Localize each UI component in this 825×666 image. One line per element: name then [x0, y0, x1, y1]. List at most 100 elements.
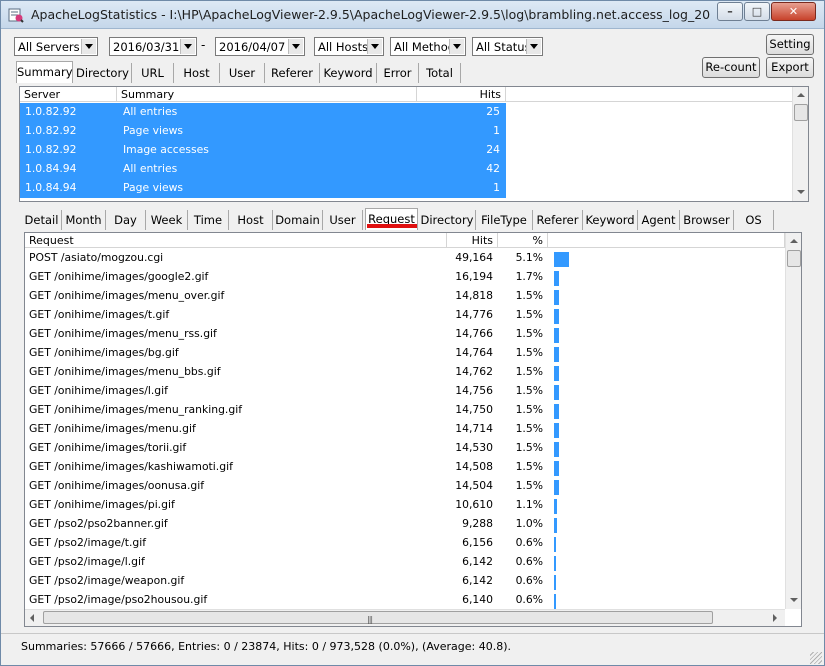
status-bar: Summaries: 57666 / 57666, Entries: 0 / 2… [1, 633, 824, 665]
table-row[interactable]: GET /pso2/image/t.gif 6,156 0.6% [25, 534, 785, 553]
tab-host[interactable]: Host [174, 63, 220, 83]
summary-vertical-scrollbar[interactable] [792, 87, 808, 201]
hosts-select[interactable]: All Hosts [314, 37, 384, 56]
scroll-left-icon[interactable] [25, 610, 42, 626]
table-row[interactable]: GET /onihime/images/menu_bbs.gif 14,762 1.… [25, 363, 785, 382]
maximize-button[interactable]: □ [744, 2, 770, 21]
percent-cell: 1.5% [515, 422, 543, 435]
table-row[interactable]: GET /onihime/images/menu_over.gif 14,818 1… [25, 287, 785, 306]
app-window: ApacheLogStatistics - I:\HP\ApacheLogVie… [0, 0, 825, 666]
request-cell: GET /pso2/image/pso2housou.gif [29, 593, 208, 606]
table-row[interactable]: GET /pso2/pso2banner.gif 9,288 1.0% [25, 515, 785, 534]
hits-bar [554, 556, 556, 571]
tab-keyword[interactable]: Keyword [583, 210, 638, 230]
hits-bar [554, 499, 557, 514]
resize-grip-icon[interactable] [810, 652, 822, 664]
table-row[interactable]: GET /onihime/images/bg.gif 14,764 1.5% [25, 344, 785, 363]
tab-directory[interactable]: Directory [74, 63, 132, 83]
hits-cell: 14,766 [455, 327, 493, 340]
request-table[interactable]: Request Hits % POST /asiato/mogzou.cgi 49… [24, 232, 802, 627]
table-row[interactable]: GET /onihime/images/l.gif 14,756 1.5% [25, 382, 785, 401]
tab-referer[interactable]: Referer [265, 63, 320, 83]
tab-os[interactable]: OS [734, 210, 774, 230]
recount-button[interactable]: Re-count [702, 57, 760, 78]
tab-url[interactable]: URL [132, 63, 174, 83]
tab-user[interactable]: User [220, 63, 265, 83]
table-row[interactable]: 1.0.82.92 All entries 25 [20, 103, 506, 122]
hits-bar [554, 290, 559, 305]
summary-table[interactable]: Server Summary Hits 1.0.82.92 All entrie… [19, 86, 809, 202]
table-row[interactable]: GET /onihime/images/menu_ranking.gif 14,7… [25, 401, 785, 420]
tab-week[interactable]: Week [146, 210, 188, 230]
request-table-header: Request Hits % [25, 233, 785, 248]
table-row[interactable]: GET /onihime/images/oonusa.gif 14,504 1.5% [25, 477, 785, 496]
column-header-hits[interactable]: Hits [447, 233, 498, 248]
column-header-server[interactable]: Server [20, 87, 117, 102]
tab-month[interactable]: Month [62, 210, 106, 230]
table-row[interactable]: GET /pso2/image/pso2housou.gif 6,140 0.6% [25, 591, 785, 610]
scroll-right-icon[interactable] [766, 610, 783, 626]
tab-error[interactable]: Error [377, 63, 419, 83]
hits-cell: 6,140 [462, 593, 493, 606]
table-row[interactable]: 1.0.84.94 Page views 1 [20, 179, 506, 198]
hits-cell: 14,750 [455, 403, 493, 416]
horizontal-scroll-thumb[interactable]: ||| [43, 611, 713, 624]
scroll-thumb[interactable] [794, 104, 808, 121]
tab-referer[interactable]: Referer [533, 210, 583, 230]
tab-domain[interactable]: Domain [273, 210, 323, 230]
maximize-icon: □ [751, 5, 763, 18]
table-row[interactable]: POST /asiato/mogzou.cgi 49,164 5.1% [25, 249, 785, 268]
tab-summary[interactable]: Summary [16, 61, 73, 83]
tab-agent[interactable]: Agent [638, 210, 680, 230]
scroll-down-icon[interactable] [793, 184, 808, 201]
tab-user[interactable]: User [323, 210, 363, 230]
close-button[interactable]: ✕ [771, 2, 816, 21]
column-header-percent[interactable]: % [498, 233, 548, 248]
hits-bar [554, 252, 569, 267]
tab-keyword[interactable]: Keyword [320, 63, 377, 83]
scroll-thumb[interactable] [787, 250, 801, 267]
table-row[interactable]: 1.0.84.94 All entries 42 [20, 160, 506, 179]
export-button[interactable]: Export [766, 57, 814, 78]
column-header-summary[interactable]: Summary [117, 87, 417, 102]
hits-bar [554, 594, 556, 609]
table-row[interactable]: GET /onihime/images/google2.gif 16,194 1.7… [25, 268, 785, 287]
table-row[interactable]: 1.0.82.92 Image accesses 24 [20, 141, 506, 160]
method-select[interactable]: All Method [390, 37, 466, 56]
table-row[interactable]: GET /onihime/images/torii.gif 14,530 1.5% [25, 439, 785, 458]
setting-button[interactable]: Setting [766, 34, 814, 55]
status-select[interactable]: All Status [472, 37, 543, 56]
tab-directory[interactable]: Directory [419, 210, 476, 230]
tab-total[interactable]: Total [419, 63, 461, 83]
table-row[interactable]: GET /onihime/images/menu_rss.gif 14,766 1.… [25, 325, 785, 344]
tab-detail[interactable]: Detail [22, 210, 62, 230]
table-row[interactable]: GET /onihime/images/t.gif 14,776 1.5% [25, 306, 785, 325]
tab-day[interactable]: Day [106, 210, 146, 230]
date-to-picker[interactable]: 2016/04/07 [215, 37, 305, 56]
scroll-down-icon[interactable] [786, 592, 801, 609]
table-row[interactable]: GET /onihime/images/pi.gif 10,610 1.1% [25, 496, 785, 515]
scroll-up-icon[interactable] [786, 233, 801, 250]
table-row[interactable]: GET /onihime/images/menu.gif 14,714 1.5% [25, 420, 785, 439]
server-select[interactable]: All Servers [14, 37, 98, 56]
column-header-hits[interactable]: Hits [417, 87, 506, 102]
minimize-button[interactable]: – [717, 2, 743, 21]
table-row[interactable]: GET /onihime/images/kashiwamoti.gif 14,50… [25, 458, 785, 477]
request-vertical-scrollbar[interactable] [785, 233, 801, 609]
column-header-request[interactable]: Request [25, 233, 447, 248]
scroll-up-icon[interactable] [793, 87, 808, 104]
request-cell: GET /onihime/images/oonusa.gif [29, 479, 205, 492]
title-bar[interactable]: ApacheLogStatistics - I:\HP\ApacheLogVie… [1, 1, 824, 29]
tab-browser[interactable]: Browser [680, 210, 734, 230]
column-header-graph[interactable] [548, 233, 785, 248]
request-horizontal-scrollbar[interactable]: ||| [25, 609, 785, 626]
hits-bar [554, 518, 557, 533]
table-row[interactable]: GET /pso2/image/weapon.gif 6,142 0.6% [25, 572, 785, 591]
table-row[interactable]: 1.0.82.92 Page views 1 [20, 122, 506, 141]
tab-host[interactable]: Host [229, 210, 273, 230]
tab-filetype[interactable]: FileType [476, 210, 533, 230]
table-row[interactable]: GET /pso2/image/l.gif 6,142 0.6% [25, 553, 785, 572]
date-from-picker[interactable]: 2016/03/31 [109, 37, 197, 56]
tab-time[interactable]: Time [188, 210, 229, 230]
chevron-down-icon [180, 39, 195, 54]
